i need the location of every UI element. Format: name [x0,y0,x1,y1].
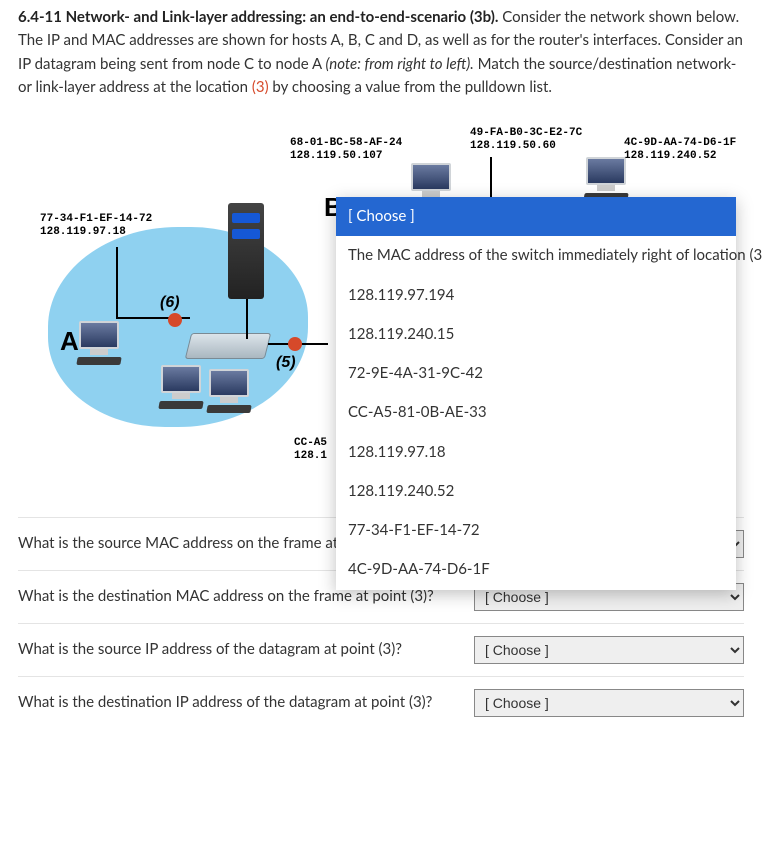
host-d-ip: 128.119.240.52 [624,150,716,162]
dropdown-option[interactable]: 128.119.97.194 [336,276,736,315]
dropdown-option[interactable]: 128.119.240.15 [336,315,736,354]
host-a-label: 77-34-F1-EF-14-72 128.119.97.18 [40,213,152,238]
intro-body-c: by choosing a value from the pulldown li… [269,78,552,96]
partial-mac: CC-A5 [294,437,327,449]
question-intro: 6.4-11 Network- and Link-layer addressin… [18,6,744,99]
question-row-3: What is the source IP address of the dat… [18,623,744,676]
pc-host-a [76,321,122,365]
question-row-4: What is the destination IP address of th… [18,676,744,729]
host-a-mac: 77-34-F1-EF-14-72 [40,213,152,225]
dropdown-choose-header[interactable]: [ Choose ] [336,197,736,236]
point-5-dot [288,337,302,351]
answer-dropdown-open[interactable]: [ Choose ] The MAC address of the switch… [336,197,736,590]
host-d-mac: 4C-9D-AA-74-D6-1F [624,137,736,149]
pc-generic [206,369,252,413]
host-c-ip: 128.119.50.60 [470,140,556,152]
pc-host-d [583,157,629,201]
wire [116,247,118,317]
host-b-label: 68-01-BC-58-AF-24 128.119.50.107 [290,137,402,162]
switch-icon [185,333,271,359]
host-d-label: 4C-9D-AA-74-D6-1F 128.119.240.52 [624,137,736,162]
host-a-ip: 128.119.97.18 [40,226,126,238]
partial-ip: 128.1 [294,450,327,462]
network-diagram: 77-34-F1-EF-14-72 128.119.97.18 68-01-BC… [18,117,744,497]
wire [490,157,492,197]
point-5-label: (5) [276,351,296,376]
dropdown-option[interactable]: 77-34-F1-EF-14-72 [336,511,736,550]
dropdown-option[interactable]: 72-9E-4A-31-9C-42 [336,354,736,393]
intro-note: (note: from right to left). [326,55,474,73]
dropdown-option[interactable]: 128.119.97.18 [336,433,736,472]
point-6-label: (6) [160,291,180,316]
router-icon [228,203,264,299]
intro-point3: (3) [252,78,269,96]
router-iface-label-partial: CC-A5 128.1 [294,437,327,462]
letter-a: A [60,321,79,361]
host-b-ip: 128.119.50.107 [290,150,382,162]
question-4-select[interactable]: [ Choose ] [474,689,744,717]
question-4-text: What is the destination IP address of th… [18,691,458,714]
intro-title: 6.4-11 Network- and Link-layer addressin… [18,8,498,26]
pc-generic [158,365,204,409]
question-3-text: What is the source IP address of the dat… [18,638,458,661]
wire [246,299,248,339]
dropdown-option[interactable]: The MAC address of the switch immediatel… [336,236,736,275]
dropdown-option[interactable]: 128.119.240.52 [336,472,736,511]
question-3-select[interactable]: [ Choose ] [474,636,744,664]
host-c-mac: 49-FA-B0-3C-E2-7C [470,127,582,139]
dropdown-option[interactable]: 4C-9D-AA-74-D6-1F [336,550,736,589]
dropdown-option[interactable]: CC-A5-81-0B-AE-33 [336,393,736,432]
host-b-mac: 68-01-BC-58-AF-24 [290,137,402,149]
host-c-label: 49-FA-B0-3C-E2-7C 128.119.50.60 [470,127,582,152]
